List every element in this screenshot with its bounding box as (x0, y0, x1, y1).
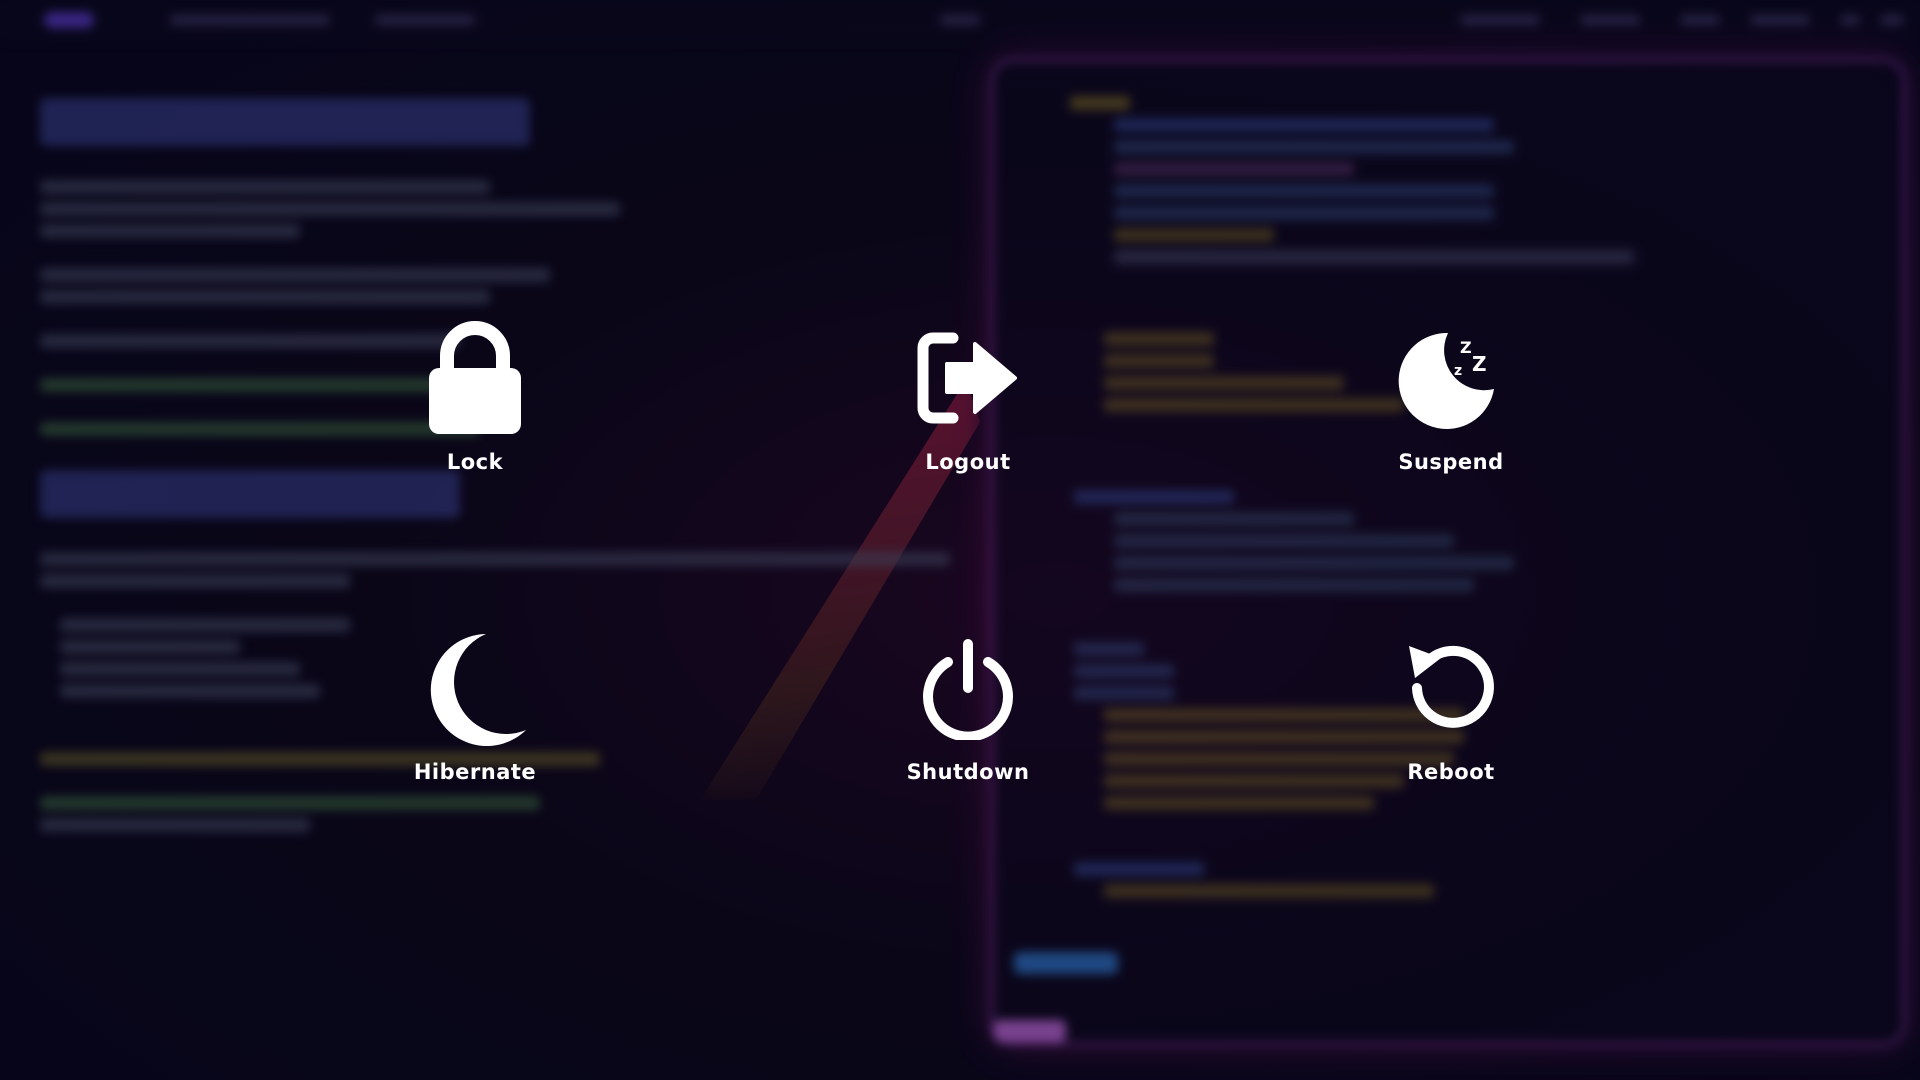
suspend-icon: Z Z z (1391, 318, 1511, 438)
reboot-button[interactable]: Reboot (1341, 628, 1561, 848)
logout-label: Logout (925, 450, 1011, 474)
suspend-button[interactable]: Z Z z Suspend (1341, 318, 1561, 538)
hibernate-label: Hibernate (413, 760, 537, 784)
lock-label: Lock (446, 450, 504, 474)
power-icon (908, 628, 1028, 748)
shutdown-label: Shutdown (906, 760, 1030, 784)
shutdown-button[interactable]: Shutdown (858, 628, 1078, 848)
svg-text:Z: Z (1472, 352, 1487, 376)
power-menu: Lock Logout Z Z z Suspend Hibernate Shut… (0, 0, 1920, 1080)
logout-button[interactable]: Logout (858, 318, 1078, 538)
hibernate-icon (415, 628, 535, 748)
reboot-label: Reboot (1407, 760, 1495, 784)
reboot-icon (1391, 628, 1511, 748)
lock-icon (415, 318, 535, 438)
lock-button[interactable]: Lock (365, 318, 585, 538)
suspend-label: Suspend (1398, 450, 1504, 474)
svg-text:Z: Z (1460, 338, 1472, 357)
hibernate-button[interactable]: Hibernate (365, 628, 585, 848)
svg-text:z: z (1454, 363, 1462, 379)
logout-icon (908, 318, 1028, 438)
